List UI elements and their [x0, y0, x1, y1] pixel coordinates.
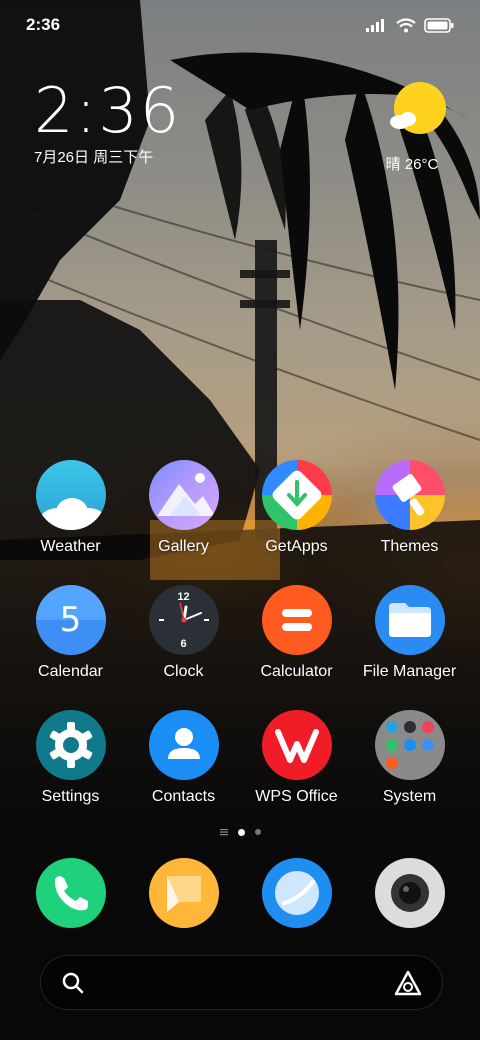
app-label: Clock	[163, 663, 204, 680]
gallery-icon	[148, 460, 219, 530]
dock-camera[interactable]	[353, 858, 466, 930]
app-label: Calendar	[38, 663, 103, 680]
status-bar: 2:36	[0, 0, 480, 50]
status-time: 2:36	[26, 15, 61, 34]
search-bar[interactable]	[40, 955, 443, 1010]
folder-icon	[374, 585, 445, 655]
menu-lines-icon	[219, 829, 228, 836]
widget-date: 7月26日 周三下午	[34, 149, 154, 166]
app-label: Contacts	[151, 788, 216, 805]
app-row: Weather Gallery GetApps Themes	[0, 460, 480, 585]
signal-icon	[366, 19, 384, 32]
page-dot[interactable]	[254, 829, 261, 835]
clock-widget[interactable]: 2:36 7月26日 周三下午	[34, 78, 181, 167]
system-folder-icon	[374, 710, 445, 780]
weather-icon	[35, 460, 106, 530]
dock-browser[interactable]	[240, 858, 353, 930]
themes-icon	[374, 460, 445, 530]
settings-gear-icon	[35, 710, 106, 780]
app-system-folder[interactable]: System	[353, 710, 466, 835]
wifi-icon	[396, 17, 416, 32]
app-row: 5 Calendar 12 6 Clock Calculator File Ma…	[0, 585, 480, 710]
app-label: Weather	[40, 538, 101, 555]
app-label: Calculator	[260, 663, 333, 680]
dock	[0, 858, 480, 930]
app-clock[interactable]: 12 6 Clock	[127, 585, 240, 710]
app-grid: Weather Gallery GetApps Themes 5 Calenda…	[0, 460, 480, 835]
calendar-icon: 5	[35, 585, 106, 655]
page-dot-active[interactable]	[237, 828, 245, 836]
app-weather[interactable]: Weather	[14, 460, 127, 585]
contacts-icon	[148, 710, 219, 780]
status-icons	[366, 17, 454, 33]
app-label: WPS Office	[255, 788, 338, 805]
app-label: File Manager	[362, 663, 457, 680]
app-label: Settings	[41, 788, 100, 805]
battery-icon	[424, 17, 454, 33]
app-row: Settings Contacts WPS Office System	[0, 710, 480, 835]
app-calculator[interactable]: Calculator	[240, 585, 353, 710]
app-label: GetApps	[265, 538, 328, 555]
search-icon[interactable]	[61, 971, 85, 995]
calendar-day: 5	[59, 600, 82, 640]
app-settings[interactable]: Settings	[14, 710, 127, 835]
app-contacts[interactable]: Contacts	[127, 710, 240, 835]
calculator-icon	[261, 585, 332, 655]
camera-icon	[374, 858, 445, 928]
clock-icon: 12 6	[148, 585, 219, 655]
weather-widget[interactable]: 晴 26°C	[386, 82, 446, 174]
phone-icon	[35, 858, 106, 928]
assistant-icon[interactable]	[394, 970, 422, 996]
widget-time: 2:36	[34, 74, 182, 147]
app-gallery[interactable]: Gallery	[127, 460, 240, 585]
sun-cloud-icon	[390, 82, 446, 134]
getapps-icon	[261, 460, 332, 530]
app-label: Gallery	[158, 538, 209, 555]
app-label: Themes	[380, 538, 439, 555]
app-getapps[interactable]: GetApps	[240, 460, 353, 585]
browser-icon	[261, 858, 332, 928]
weather-condition: 晴 26°C	[385, 156, 439, 173]
dock-messages[interactable]	[127, 858, 240, 930]
app-file-manager[interactable]: File Manager	[353, 585, 466, 710]
app-calendar[interactable]: 5 Calendar	[14, 585, 127, 710]
app-themes[interactable]: Themes	[353, 460, 466, 585]
page-indicator[interactable]	[0, 828, 480, 836]
messages-icon	[148, 858, 219, 928]
dock-phone[interactable]	[14, 858, 127, 930]
wps-office-icon	[261, 710, 332, 780]
app-label: System	[382, 788, 437, 805]
app-wps-office[interactable]: WPS Office	[240, 710, 353, 835]
